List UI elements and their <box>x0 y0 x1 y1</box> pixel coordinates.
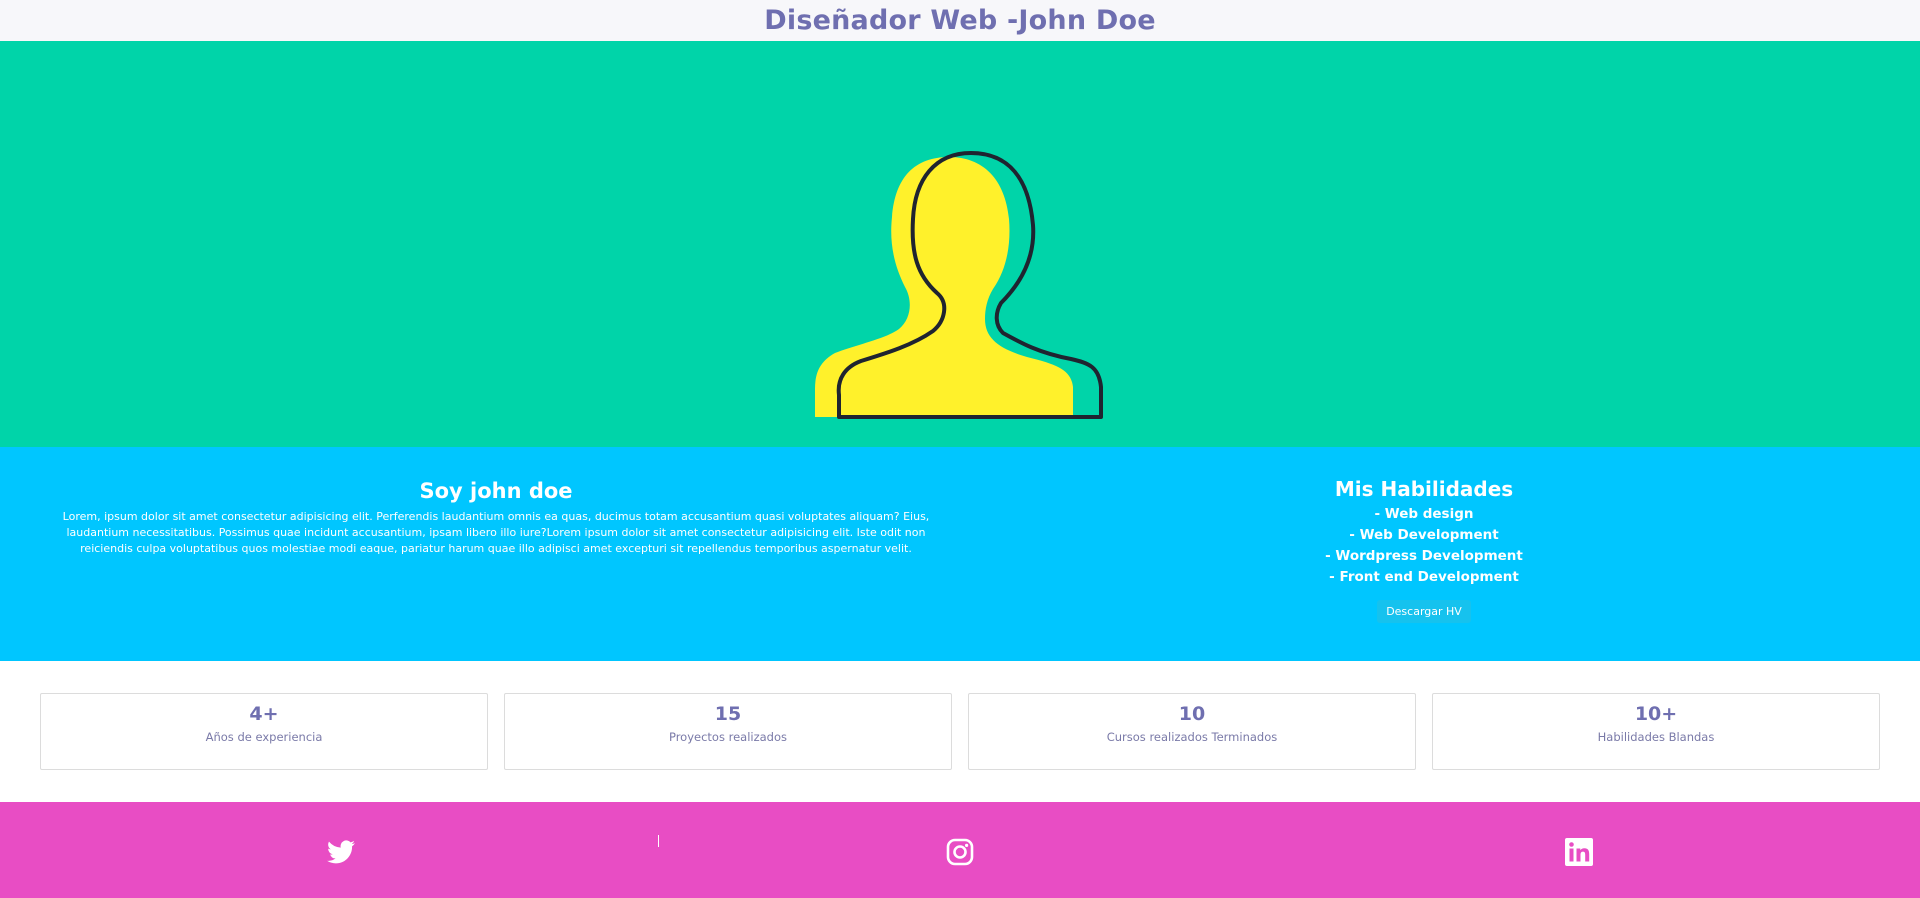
about-section: Soy john doe Lorem, ipsum dolor sit amet… <box>0 447 1920 661</box>
stat-label: Habilidades Blandas <box>1597 730 1715 744</box>
stat-value: 10+ <box>1634 703 1678 725</box>
stat-card-courses: 10 Cursos realizados Terminados <box>968 693 1416 770</box>
site-footer <box>0 802 1920 898</box>
stat-label: Cursos realizados Terminados <box>1106 730 1278 744</box>
download-cv-button[interactable]: Descargar HV <box>1377 600 1471 623</box>
footer-divider <box>658 835 659 847</box>
skills-heading: Mis Habilidades <box>1334 477 1514 501</box>
twitter-link[interactable] <box>327 838 355 866</box>
skill-item: - Front end Development <box>1329 569 1519 585</box>
stat-label: Años de experiencia <box>205 730 323 744</box>
hero-section <box>0 41 1920 447</box>
stat-card-soft-skills: 10+ Habilidades Blandas <box>1432 693 1880 770</box>
stat-card-projects: 15 Proyectos realizados <box>504 693 952 770</box>
linkedin-icon <box>1565 838 1593 866</box>
stat-value: 10 <box>1178 703 1206 725</box>
skill-item: - Web Development <box>1349 527 1499 543</box>
stat-label: Proyectos realizados <box>668 730 788 744</box>
site-header: Diseñador Web -John Doe <box>0 0 1920 41</box>
stat-card-experience: 4+ Años de experiencia <box>40 693 488 770</box>
stat-value: 15 <box>714 703 742 725</box>
skill-item: - Wordpress Development <box>1325 548 1523 564</box>
about-text: Lorem, ipsum dolor sit amet consectetur … <box>62 510 930 555</box>
stats-section: 4+ Años de experiencia 15 Proyectos real… <box>0 661 1920 802</box>
stat-value: 4+ <box>249 703 279 725</box>
instagram-link[interactable] <box>946 838 974 866</box>
avatar-illustration <box>815 151 1103 419</box>
about-intro: Soy john doe Lorem, ipsum dolor sit amet… <box>40 479 952 557</box>
linkedin-link[interactable] <box>1565 838 1593 866</box>
skill-item: - Web design <box>1374 506 1474 522</box>
about-heading: Soy john doe <box>419 479 573 503</box>
instagram-icon <box>946 838 974 866</box>
skills-panel: Mis Habilidades - Web design - Web Devel… <box>1274 477 1574 623</box>
page-title: Diseñador Web -John Doe <box>764 5 1156 36</box>
skills-list: - Web design - Web Development - Wordpre… <box>1274 504 1574 588</box>
twitter-icon <box>327 840 355 864</box>
avatar-fill-shape <box>815 157 1073 417</box>
